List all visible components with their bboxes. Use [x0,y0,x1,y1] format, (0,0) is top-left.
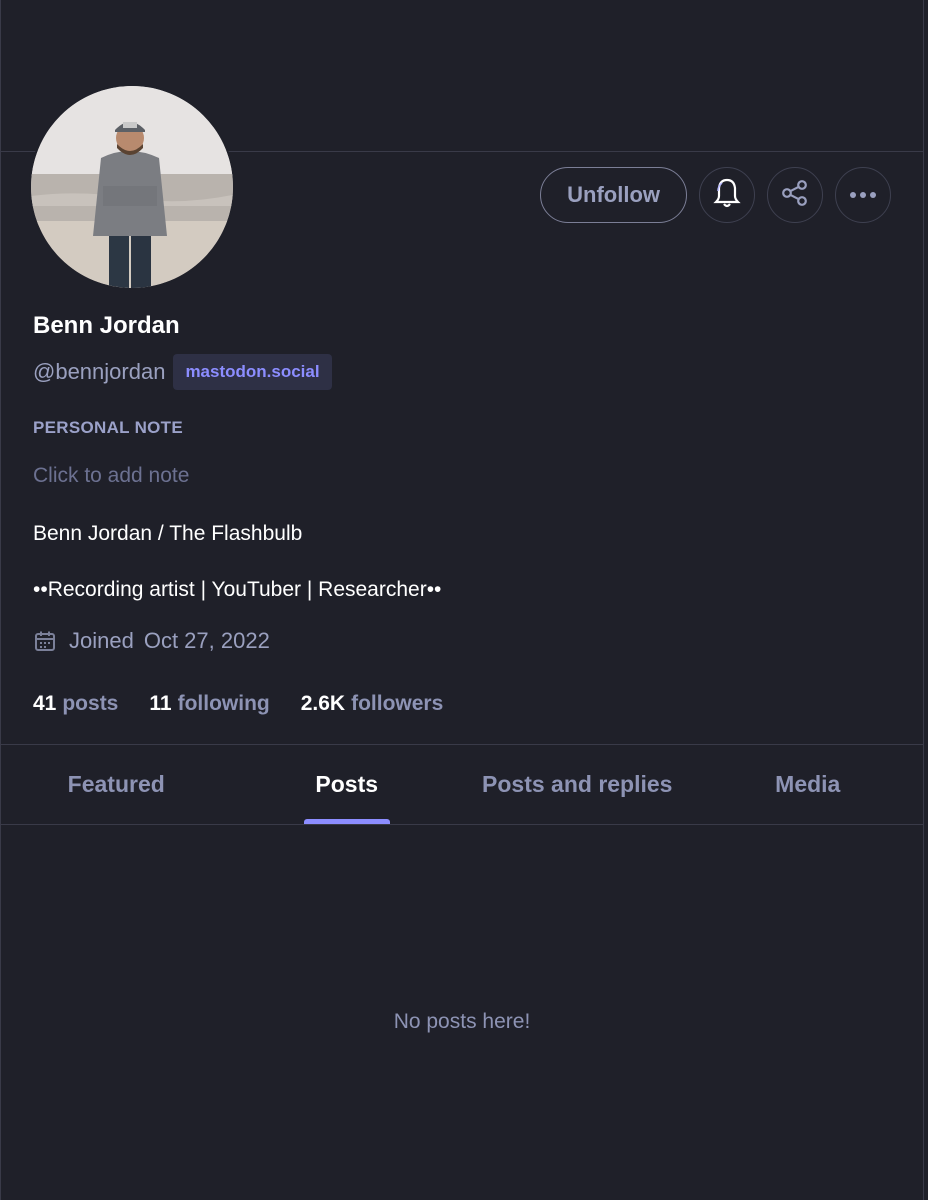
more-button[interactable] [835,167,891,223]
empty-state-message: No posts here! [393,1010,531,1033]
tab-posts-and-replies[interactable]: Posts and replies [462,745,693,824]
domain-badge[interactable]: mastodon.social [173,354,332,390]
stat-label: following [177,692,270,715]
stat-count: 11 [149,692,172,715]
tab-featured[interactable]: Featured [1,745,232,824]
joined-label: Joined [69,628,134,653]
profile-page: Unfollow Benn Jordan @bennjordan mastodo… [0,0,924,1200]
personal-note-field[interactable]: Click to add note [33,464,189,488]
calendar-icon [33,629,57,653]
stat-count: 2.6K [300,692,346,715]
unfollow-button[interactable]: Unfollow [540,167,687,223]
share-button[interactable] [767,167,823,223]
stat-followers[interactable]: 2.6K followers [301,692,444,716]
stat-label: posts [62,692,119,715]
display-name: Benn Jordan [33,312,180,339]
stat-label: followers [351,692,444,715]
bio-line-2: ••Recording artist | YouTuber | Research… [33,578,442,601]
tab-label: Posts [315,771,379,797]
profile-name-block: Benn Jordan @bennjordan mastodon.social [33,312,332,390]
profile-tabs: Featured Posts Posts and replies Media [1,745,923,825]
notify-button[interactable] [699,167,755,223]
handle-row: @bennjordan mastodon.social [33,354,332,390]
stat-following[interactable]: 11 following [149,692,269,716]
stat-count: 41 [33,692,57,715]
stats-row: 41 posts 11 following 2.6K followers [33,692,443,716]
account-handle: @bennjordan [33,359,166,384]
share-icon [780,178,810,213]
bell-icon [712,177,742,214]
avatar[interactable] [29,84,235,290]
tab-media[interactable]: Media [693,745,924,824]
bio-line-1: Benn Jordan / The Flashbulb [33,522,303,545]
personal-note-label: PERSONAL NOTE [33,418,183,437]
more-icon [849,186,877,204]
stat-posts[interactable]: 41 posts [33,692,118,716]
joined-date: Oct 27, 2022 [143,628,270,653]
tab-posts[interactable]: Posts [232,745,463,824]
joined-row: Joined Oct 27, 2022 [33,628,270,654]
active-tab-indicator [303,819,390,824]
profile-actions: Unfollow [540,167,891,223]
